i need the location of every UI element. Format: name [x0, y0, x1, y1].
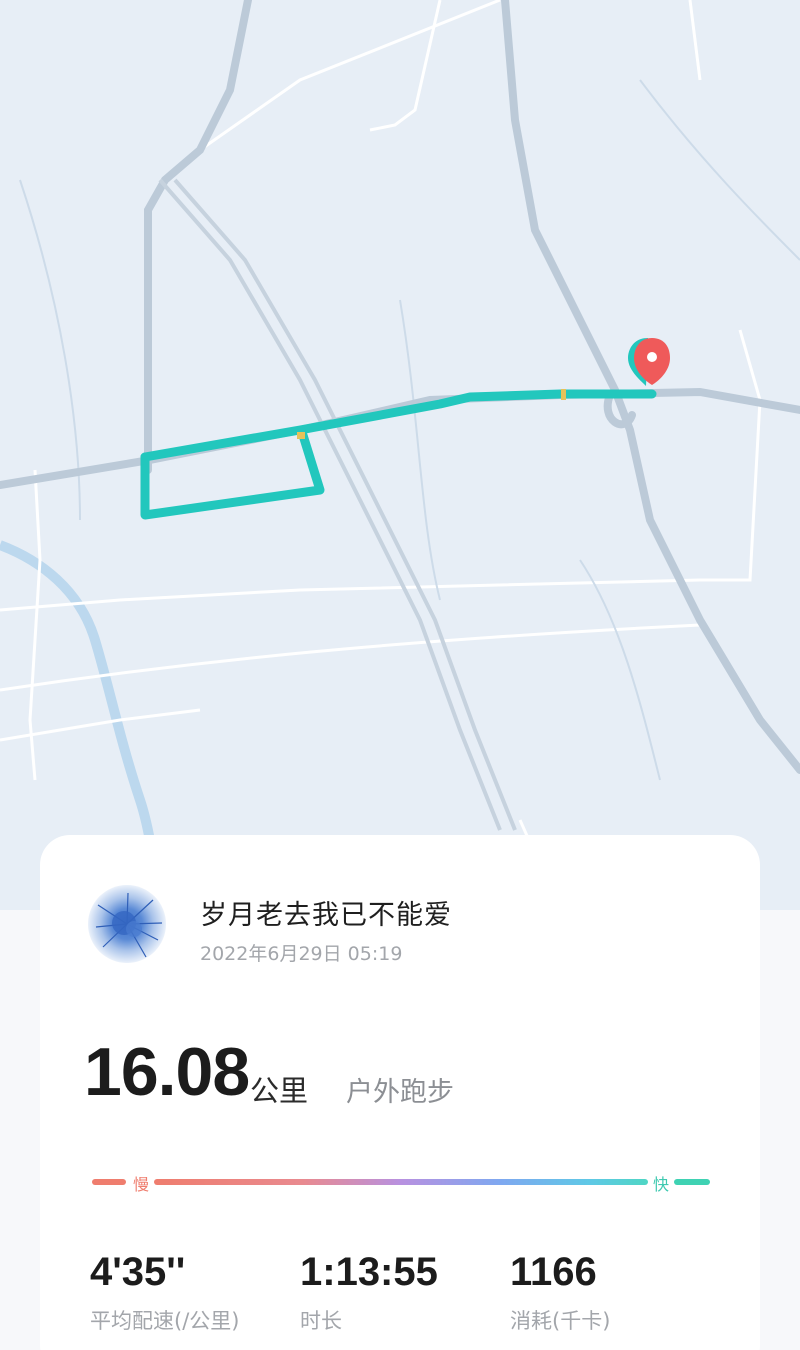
minor-roads: [0, 0, 762, 910]
main-roads: [0, 0, 800, 774]
map-canvas: [0, 0, 800, 910]
stat-duration: 1:13:55 时长: [300, 1250, 438, 1335]
distance-value: 16.08: [84, 1034, 250, 1110]
pace-gradient-bar: [92, 1175, 710, 1189]
distance-unit: 公里: [250, 1074, 309, 1108]
stat-label: 消耗(千卡): [510, 1309, 611, 1333]
pace-bar-slow-segment: [92, 1179, 126, 1185]
stat-label: 平均配速(/公里): [90, 1309, 240, 1333]
workout-summary-card: 岁月老去我已不能爱 2022年6月29日 05:19 16.08 公里 户外跑步…: [40, 835, 760, 1350]
flower-icon: [95, 892, 163, 958]
running-route: [140, 389, 657, 520]
stat-value: 1:13:55: [300, 1250, 438, 1294]
paths: [19, 79, 800, 781]
route-km-mark: [561, 389, 566, 400]
workout-datetime: 2022年6月29日 05:19: [200, 943, 403, 965]
pace-fast-label: 快: [652, 1175, 669, 1194]
username: 岁月老去我已不能爱: [200, 900, 452, 931]
stat-value: 1166: [510, 1250, 597, 1294]
pace-slow-label: 慢: [132, 1175, 149, 1194]
stat-average-pace: 4'35'' 平均配速(/公里): [90, 1250, 239, 1335]
location-pin-icon: [628, 338, 670, 386]
stat-calories: 1166 消耗(千卡): [510, 1250, 610, 1335]
stat-value: 4'35'': [90, 1250, 186, 1294]
user-avatar[interactable]: [88, 885, 166, 963]
sport-type: 户外跑步: [346, 1077, 454, 1108]
route-km-mark: [297, 432, 305, 439]
route-map[interactable]: [0, 0, 800, 910]
pace-bar-gradient-segment: [154, 1179, 648, 1185]
stat-label: 时长: [300, 1309, 342, 1333]
pace-bar-fast-segment: [674, 1179, 710, 1185]
